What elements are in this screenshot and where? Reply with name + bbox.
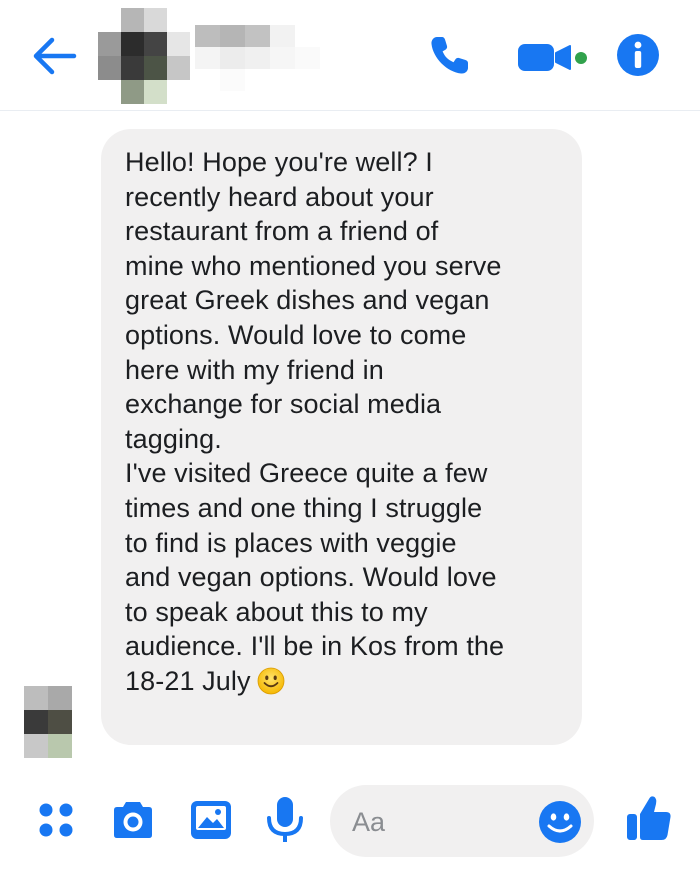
- thumbs-up-icon[interactable]: [626, 794, 672, 842]
- sender-avatar[interactable]: [24, 686, 72, 758]
- smiley-emoji-icon: [257, 667, 284, 695]
- phone-icon[interactable]: [428, 33, 472, 77]
- message-bubble[interactable]: Hello! Hope you're well? I recently hear…: [101, 129, 582, 745]
- message-text: Hello! Hope you're well? I recently hear…: [125, 145, 562, 699]
- message-paragraph-1: Hello! Hope you're well? I recently hear…: [125, 147, 502, 454]
- contact-avatar[interactable]: [98, 8, 190, 104]
- microphone-icon[interactable]: [266, 796, 304, 844]
- message-paragraph-2: I've visited Greece quite a few times an…: [125, 458, 505, 696]
- camera-icon[interactable]: [110, 800, 156, 840]
- gallery-icon[interactable]: [190, 800, 232, 840]
- emoji-icon[interactable]: [538, 800, 582, 844]
- video-camera-icon[interactable]: [518, 40, 602, 74]
- message-input-placeholder: Aa: [352, 807, 386, 837]
- conversation-header: [0, 0, 700, 111]
- back-arrow-icon[interactable]: [30, 34, 78, 78]
- contact-name[interactable]: [195, 25, 345, 91]
- menu-dots-icon[interactable]: [38, 802, 74, 838]
- info-icon[interactable]: [616, 33, 660, 77]
